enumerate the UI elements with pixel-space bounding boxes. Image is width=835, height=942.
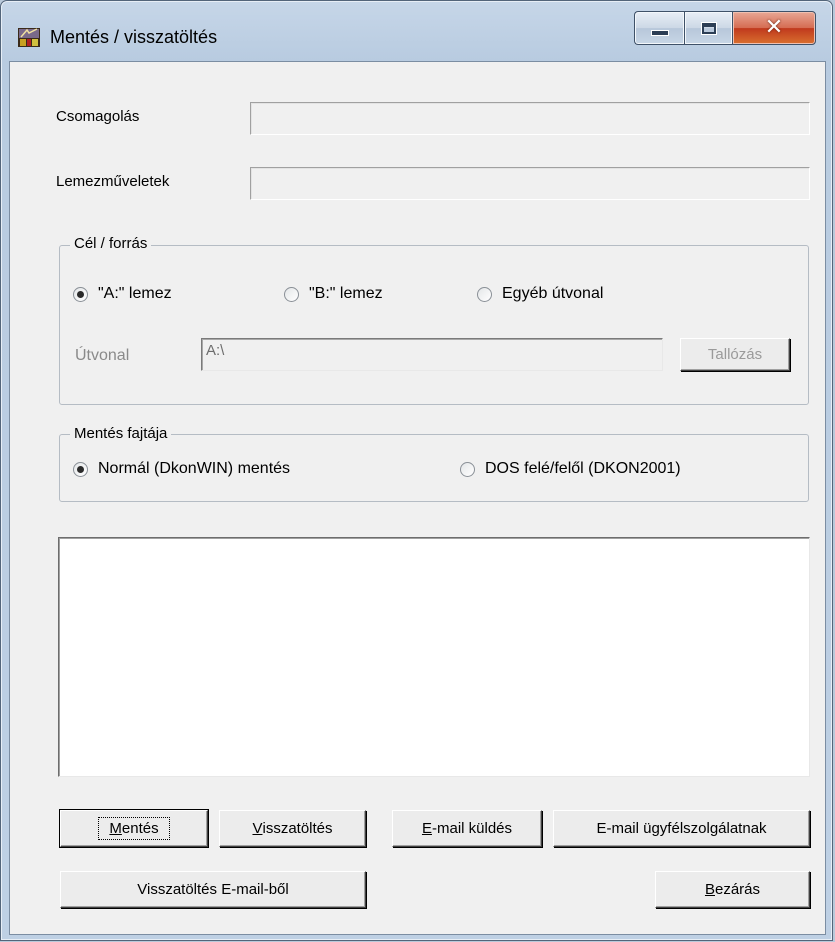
focus-rectangle: Mentés xyxy=(98,817,170,840)
radio-other-path[interactable]: Egyéb útvonal xyxy=(477,285,603,303)
radio-dos-backup-label: DOS felé/felől (DKON2001) xyxy=(485,460,681,477)
radio-selected-dot xyxy=(77,290,84,298)
radio-dos-backup[interactable]: DOS felé/felől (DKON2001) xyxy=(460,460,681,478)
close-icon: ✕ xyxy=(764,15,784,40)
minimize-button[interactable] xyxy=(634,11,684,45)
save-button[interactable]: Mentés xyxy=(60,810,208,847)
path-input[interactable]: A:\ xyxy=(201,338,663,371)
disk-ops-progress-bar xyxy=(250,167,810,200)
minimize-icon xyxy=(650,30,669,36)
radio-drive-a-label: "A:" lemez xyxy=(98,285,172,302)
restore-button[interactable]: Visszatöltés xyxy=(219,810,366,847)
close-window-button[interactable]: ✕ xyxy=(732,11,816,45)
send-email-button[interactable]: E -mail küldés xyxy=(392,810,542,847)
maximize-button[interactable] xyxy=(684,11,732,45)
app-icon xyxy=(17,25,41,49)
log-text-area[interactable] xyxy=(58,537,810,777)
radio-drive-a[interactable]: "A:" lemez xyxy=(73,285,172,303)
path-label: Útvonal xyxy=(75,347,130,364)
target-source-group-title: Cél / forrás xyxy=(70,235,152,252)
backup-type-group-title: Mentés fajtája xyxy=(70,425,172,442)
radio-selected-dot xyxy=(77,465,84,473)
radio-drive-b-label: "B:" lemez xyxy=(309,285,383,302)
close-button[interactable]: Bezárás xyxy=(655,871,810,908)
radio-drive-b[interactable]: "B:" lemez xyxy=(284,285,383,303)
email-support-button[interactable]: E-mail ügyfélszolgálatnak xyxy=(553,810,810,847)
dialog-window: Mentés / visszatöltés ✕ Csomagolás Lemez… xyxy=(0,0,833,941)
window-title: Mentés / visszatöltés xyxy=(50,27,218,47)
packing-label: Csomagolás xyxy=(56,108,140,125)
title-bar[interactable]: Mentés / visszatöltés ✕ xyxy=(1,1,832,61)
target-source-group xyxy=(59,245,809,405)
radio-normal-backup-label: Normál (DkonWIN) mentés xyxy=(98,460,291,477)
browse-button[interactable]: Tallózás xyxy=(680,338,790,371)
radio-normal-backup[interactable]: Normál (DkonWIN) mentés xyxy=(73,460,290,478)
dialog-client-area: Csomagolás Lemezműveletek Cél / forrás "… xyxy=(9,61,826,935)
window-controls: ✕ xyxy=(634,11,816,45)
maximize-icon xyxy=(700,21,717,35)
restore-from-email-button[interactable]: Visszatöltés E-mail-ből xyxy=(60,871,366,908)
packing-progress-bar xyxy=(250,102,810,135)
disk-ops-label: Lemezműveletek xyxy=(56,173,170,190)
radio-other-path-label: Egyéb útvonal xyxy=(502,285,604,302)
